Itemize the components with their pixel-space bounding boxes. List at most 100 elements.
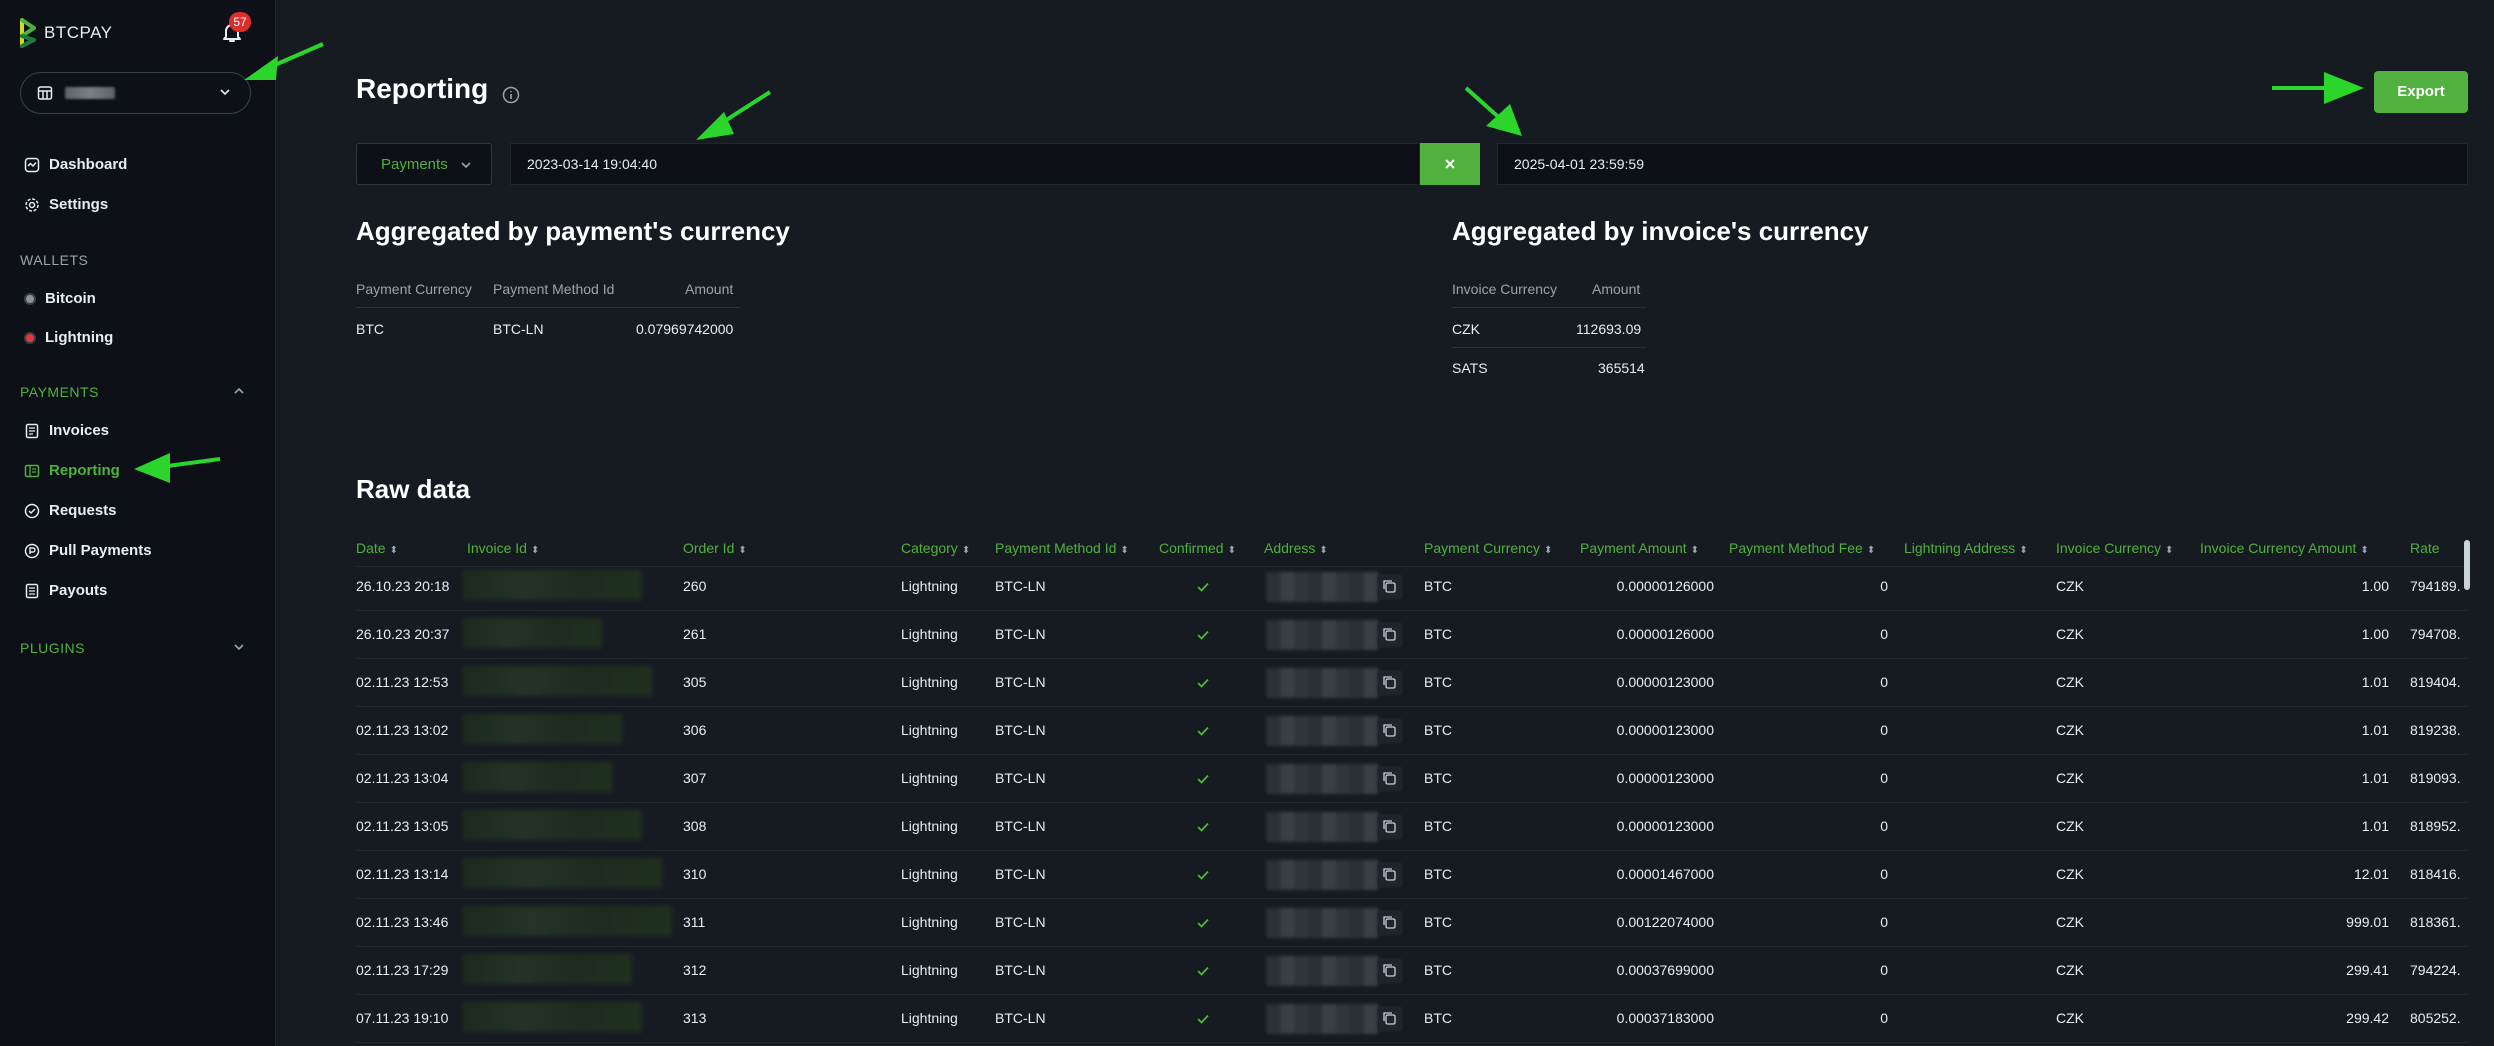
column-header[interactable]: Invoice Id ⬍ bbox=[467, 540, 539, 556]
nav-bitcoin[interactable]: Bitcoin bbox=[24, 290, 96, 307]
sort-icon[interactable]: ⬍ bbox=[1319, 545, 1327, 556]
table-cell: Lightning bbox=[901, 722, 958, 738]
annotation-arrow bbox=[1464, 86, 1522, 136]
table-cell: 794224. bbox=[2410, 962, 2461, 978]
invoice-id-redacted[interactable] bbox=[462, 714, 622, 744]
column-header[interactable]: Invoice Currency ⬍ bbox=[2056, 540, 2173, 556]
agg-invoice-cell: SATS bbox=[1452, 360, 1488, 376]
copy-icon[interactable] bbox=[1377, 910, 1403, 936]
nav-reporting[interactable]: Reporting bbox=[24, 462, 120, 479]
sort-icon[interactable]: ⬍ bbox=[738, 545, 746, 556]
address-redacted bbox=[1266, 908, 1378, 938]
check-icon bbox=[1197, 822, 1209, 832]
nav-settings[interactable]: Settings bbox=[24, 196, 108, 213]
table-cell: 818952. bbox=[2410, 818, 2461, 834]
sort-icon[interactable]: ⬍ bbox=[2165, 545, 2173, 556]
column-header[interactable]: Date ⬍ bbox=[356, 540, 398, 556]
copy-icon[interactable] bbox=[1377, 574, 1403, 600]
sort-icon[interactable]: ⬍ bbox=[2019, 545, 2027, 556]
invoice-id-redacted[interactable] bbox=[462, 762, 612, 792]
table-cell: BTC-LN bbox=[995, 962, 1046, 978]
pull-payments-icon bbox=[24, 543, 40, 558]
column-header[interactable]: Payment Currency ⬍ bbox=[1424, 540, 1552, 556]
column-header[interactable]: Payment Method Id ⬍ bbox=[995, 540, 1129, 556]
invoice-id-redacted[interactable] bbox=[462, 858, 662, 888]
copy-icon[interactable] bbox=[1377, 862, 1403, 888]
column-header-label: Invoice Currency bbox=[2056, 540, 2162, 556]
chevron-up-icon[interactable] bbox=[232, 384, 246, 398]
column-header[interactable]: Rate bbox=[2410, 540, 2440, 556]
notification-badge: 57 bbox=[229, 12, 251, 32]
divider bbox=[1452, 307, 1646, 308]
sort-icon[interactable]: ⬍ bbox=[390, 545, 398, 556]
date-from-input[interactable]: 2023-03-14 19:04:40 bbox=[510, 143, 1420, 185]
column-header[interactable]: Lightning Address ⬍ bbox=[1904, 540, 2028, 556]
report-view-value: Payments bbox=[381, 155, 448, 173]
sort-icon[interactable]: ⬍ bbox=[1691, 545, 1699, 556]
sort-icon[interactable]: ⬍ bbox=[1120, 545, 1128, 556]
column-header[interactable]: Confirmed ⬍ bbox=[1159, 540, 1236, 556]
nav-lightning[interactable]: Lightning bbox=[24, 329, 113, 346]
export-button[interactable]: Export bbox=[2374, 71, 2468, 113]
invoice-id-redacted[interactable] bbox=[462, 954, 632, 984]
date-from-value: 2023-03-14 19:04:40 bbox=[527, 156, 657, 172]
copy-icon[interactable] bbox=[1377, 670, 1403, 696]
btcpay-logo[interactable]: BTCPAY bbox=[20, 18, 113, 48]
column-header[interactable]: Order Id ⬍ bbox=[683, 540, 747, 556]
copy-icon[interactable] bbox=[1377, 958, 1403, 984]
check-icon bbox=[1197, 726, 1209, 736]
report-view-select[interactable]: Payments bbox=[356, 143, 492, 185]
table-cell: CZK bbox=[2056, 674, 2084, 690]
nav-requests[interactable]: Requests bbox=[24, 502, 117, 519]
table-cell: 12.01 bbox=[2353, 866, 2389, 882]
table-cell: 07.11.23 19:10 bbox=[356, 1010, 449, 1026]
sort-icon[interactable]: ⬍ bbox=[962, 545, 970, 556]
table-cell: 02.11.23 13:02 bbox=[356, 722, 449, 738]
address-redacted bbox=[1266, 668, 1378, 698]
sort-icon[interactable]: ⬍ bbox=[1228, 545, 1236, 556]
nav-invoices[interactable]: Invoices bbox=[24, 422, 109, 439]
column-header[interactable]: Payment Method Fee ⬍ bbox=[1729, 540, 1875, 556]
sort-icon[interactable]: ⬍ bbox=[1867, 545, 1875, 556]
invoice-id-redacted[interactable] bbox=[462, 1002, 642, 1032]
info-icon[interactable] bbox=[502, 86, 520, 104]
sort-icon[interactable]: ⬍ bbox=[2360, 545, 2368, 556]
column-header-label: Category bbox=[901, 540, 958, 556]
plugins-section-label[interactable]: PLUGINS bbox=[20, 640, 85, 656]
column-header[interactable]: Address ⬍ bbox=[1264, 540, 1328, 556]
invoice-id-redacted[interactable] bbox=[462, 906, 672, 936]
copy-icon[interactable] bbox=[1377, 622, 1403, 648]
nav-payouts[interactable]: Payouts bbox=[24, 582, 107, 599]
column-header[interactable]: Invoice Currency Amount ⬍ bbox=[2200, 540, 2369, 556]
column-header[interactable]: Category ⬍ bbox=[901, 540, 970, 556]
invoice-id-redacted[interactable] bbox=[462, 810, 642, 840]
copy-icon[interactable] bbox=[1377, 766, 1403, 792]
store-selector[interactable] bbox=[20, 72, 251, 114]
copy-icon[interactable] bbox=[1377, 1006, 1403, 1032]
nav-dashboard[interactable]: Dashboard bbox=[24, 156, 127, 173]
divider bbox=[356, 754, 2468, 755]
table-cell: 1.01 bbox=[2361, 818, 2389, 834]
table-cell: 02.11.23 12:53 bbox=[356, 674, 449, 690]
copy-icon[interactable] bbox=[1377, 718, 1403, 744]
column-header[interactable]: Payment Amount ⬍ bbox=[1580, 540, 1699, 556]
table-cell: BTC-LN bbox=[995, 770, 1046, 786]
column-header-label: Confirmed bbox=[1159, 540, 1224, 556]
table-scrollbar[interactable] bbox=[2464, 540, 2470, 590]
invoice-id-redacted[interactable] bbox=[462, 666, 652, 696]
copy-icon[interactable] bbox=[1377, 814, 1403, 840]
table-cell: 306 bbox=[683, 722, 707, 738]
nav-pull-payments[interactable]: Pull Payments bbox=[24, 542, 152, 559]
clear-date-button[interactable] bbox=[1420, 143, 1480, 185]
table-cell: 819404. bbox=[2410, 674, 2461, 690]
divider bbox=[356, 610, 2468, 611]
sort-icon[interactable]: ⬍ bbox=[1544, 545, 1552, 556]
table-cell: BTC-LN bbox=[995, 818, 1046, 834]
date-to-input[interactable]: 2025-04-01 23:59:59 bbox=[1497, 143, 2468, 185]
invoice-id-redacted[interactable] bbox=[462, 570, 642, 600]
invoice-id-redacted[interactable] bbox=[462, 618, 602, 648]
sort-icon[interactable]: ⬍ bbox=[531, 545, 539, 556]
payments-section-label[interactable]: PAYMENTS bbox=[20, 384, 99, 400]
table-cell: BTC-LN bbox=[995, 1010, 1046, 1026]
chevron-down-icon[interactable] bbox=[232, 640, 246, 654]
